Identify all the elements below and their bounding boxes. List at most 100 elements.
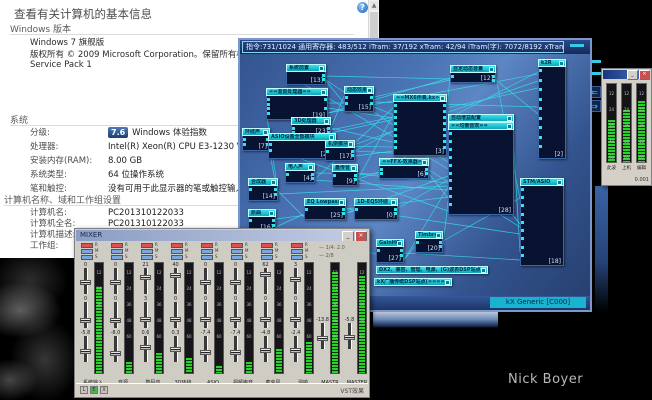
dsp-node-collapsed[interactable]: kX广播传统DSP站点(==== <box>374 278 452 286</box>
input-pin-icon[interactable] <box>394 128 397 131</box>
input-pin-icon[interactable] <box>345 102 348 105</box>
master-fader-thumb[interactable] <box>344 335 355 340</box>
mixer-title-bar[interactable]: MIXER _ × <box>76 230 368 241</box>
input-pin-icon[interactable] <box>267 103 270 106</box>
dsp-node-title[interactable]: ==FFX-效果器== <box>379 158 429 166</box>
input-pin-icon[interactable] <box>449 140 452 143</box>
node-collapse-icon[interactable] <box>445 280 450 285</box>
fader-top-track[interactable] <box>84 268 88 294</box>
input-pin-icon[interactable] <box>539 117 542 120</box>
route-button[interactable] <box>291 255 303 260</box>
fader-mid-thumb[interactable] <box>230 317 241 322</box>
input-pin-icon[interactable] <box>449 172 452 175</box>
input-pin-icon[interactable] <box>539 136 542 139</box>
node-collapse-icon[interactable] <box>557 180 562 185</box>
fader-top-track[interactable] <box>264 268 268 294</box>
footer-button-x[interactable]: X <box>100 386 108 394</box>
dsp-node-collapsed[interactable]: DX2、兼容、管理、电源、(G)波表DSP站点 <box>376 266 488 274</box>
dsp-node-title[interactable]: 合成器 <box>248 178 278 186</box>
fader-bottom-thumb[interactable] <box>140 345 151 350</box>
fader-mid-thumb[interactable] <box>110 318 121 323</box>
node-collapse-icon[interactable] <box>351 166 356 171</box>
dsp-node[interactable]: 自定动态音量[12] <box>450 65 496 83</box>
output-pin-icon[interactable] <box>425 168 428 171</box>
fader-bottom-thumb[interactable] <box>230 350 241 355</box>
output-pin-icon[interactable] <box>327 127 330 130</box>
input-pin-icon[interactable] <box>521 221 524 224</box>
dsp-node-title[interactable]: 环绕声 <box>242 128 270 136</box>
input-pin-icon[interactable] <box>333 174 336 177</box>
dsp-node-title[interactable]: DX2、兼容、管理、电源、(G)波表DSP站点 <box>376 266 488 274</box>
dsp-node-title[interactable]: STM/ASIO <box>520 178 564 186</box>
fader-bottom-thumb[interactable] <box>110 351 121 356</box>
route-button[interactable] <box>81 249 93 254</box>
route-button[interactable] <box>141 255 153 260</box>
input-pin-icon[interactable] <box>521 254 524 257</box>
fader-bottom-track[interactable] <box>84 336 88 362</box>
input-pin-icon[interactable] <box>539 107 542 110</box>
node-collapse-icon[interactable] <box>397 241 402 246</box>
output-pin-icon[interactable] <box>443 128 446 131</box>
input-pin-icon[interactable] <box>326 150 329 153</box>
output-pin-icon[interactable] <box>322 78 325 81</box>
footer-button-e[interactable]: E <box>90 386 98 394</box>
footer-button-l[interactable]: L <box>80 386 88 394</box>
fader-bottom-track[interactable] <box>114 336 118 362</box>
scroll-up-icon[interactable]: ▲ <box>370 1 378 10</box>
route-button[interactable] <box>171 249 183 254</box>
dsp-node-title[interactable]: k2R <box>538 59 566 67</box>
output-pin-icon[interactable] <box>443 110 446 113</box>
node-collapse-icon[interactable] <box>507 124 512 129</box>
mute-button[interactable] <box>171 243 183 248</box>
dsp-node-title[interactable]: 3D处理器 <box>291 117 331 125</box>
input-pin-icon[interactable] <box>449 132 452 135</box>
fader-top-thumb[interactable] <box>140 275 151 280</box>
fader-mid-thumb[interactable] <box>260 317 271 322</box>
output-pin-icon[interactable] <box>394 208 397 211</box>
output-pin-icon[interactable] <box>443 146 446 149</box>
output-pin-icon[interactable] <box>342 212 345 215</box>
dsp-node[interactable]: 机架模块[17] <box>325 140 355 161</box>
output-pin-icon[interactable] <box>394 212 397 215</box>
input-pin-icon[interactable] <box>449 156 452 159</box>
fader-bottom-track[interactable] <box>294 336 298 362</box>
output-pin-icon[interactable] <box>443 116 446 119</box>
input-pin-icon[interactable] <box>449 179 452 182</box>
fader-top-thumb[interactable] <box>290 277 301 282</box>
fader-mid-track[interactable] <box>234 302 238 328</box>
node-collapse-icon[interactable] <box>489 67 494 72</box>
input-pin-icon[interactable] <box>521 237 524 240</box>
output-pin-icon[interactable] <box>272 224 275 227</box>
fader-top-thumb[interactable] <box>170 273 181 278</box>
input-pin-icon[interactable] <box>449 187 452 190</box>
peak-title-bar[interactable]: _ × <box>603 70 650 79</box>
input-pin-icon[interactable] <box>243 138 246 141</box>
input-pin-icon[interactable] <box>521 229 524 232</box>
input-pin-icon[interactable] <box>394 104 397 107</box>
output-pin-icon[interactable] <box>322 74 325 77</box>
dsp-node-title[interactable]: ==MX6伴奏.kx== <box>393 94 447 102</box>
master-fader-thumb[interactable] <box>317 336 328 341</box>
input-pin-icon[interactable] <box>267 98 270 101</box>
dsp-node[interactable]: ==混音处理器==[19] <box>266 88 328 120</box>
dsp-node[interactable]: 最传音[9] <box>332 164 358 186</box>
output-pin-icon[interactable] <box>354 178 357 181</box>
input-pin-icon[interactable] <box>521 213 524 216</box>
output-pin-icon[interactable] <box>492 75 495 78</box>
dsp-node[interactable]: GainHQ[27] <box>376 239 404 263</box>
dsp-node[interactable]: 环绕声[7] <box>242 128 270 151</box>
output-pin-icon[interactable] <box>425 172 428 175</box>
node-collapse-icon[interactable] <box>440 96 445 101</box>
dsp-node[interactable]: 合成器[14] <box>248 178 278 201</box>
output-pin-icon[interactable] <box>439 245 442 248</box>
fader-top-track[interactable] <box>144 268 148 294</box>
dsp-node-title[interactable]: 自动增益配置 <box>448 114 514 122</box>
dsp-node-title[interactable]: 电人声 <box>285 163 315 171</box>
node-collapse-icon[interactable] <box>436 233 441 238</box>
input-pin-icon[interactable] <box>269 149 272 152</box>
output-pin-icon[interactable] <box>351 150 354 153</box>
node-collapse-icon[interactable] <box>367 88 372 93</box>
fader-mid-track[interactable] <box>114 302 118 328</box>
fader-mid-track[interactable] <box>144 302 148 328</box>
input-pin-icon[interactable] <box>539 145 542 148</box>
